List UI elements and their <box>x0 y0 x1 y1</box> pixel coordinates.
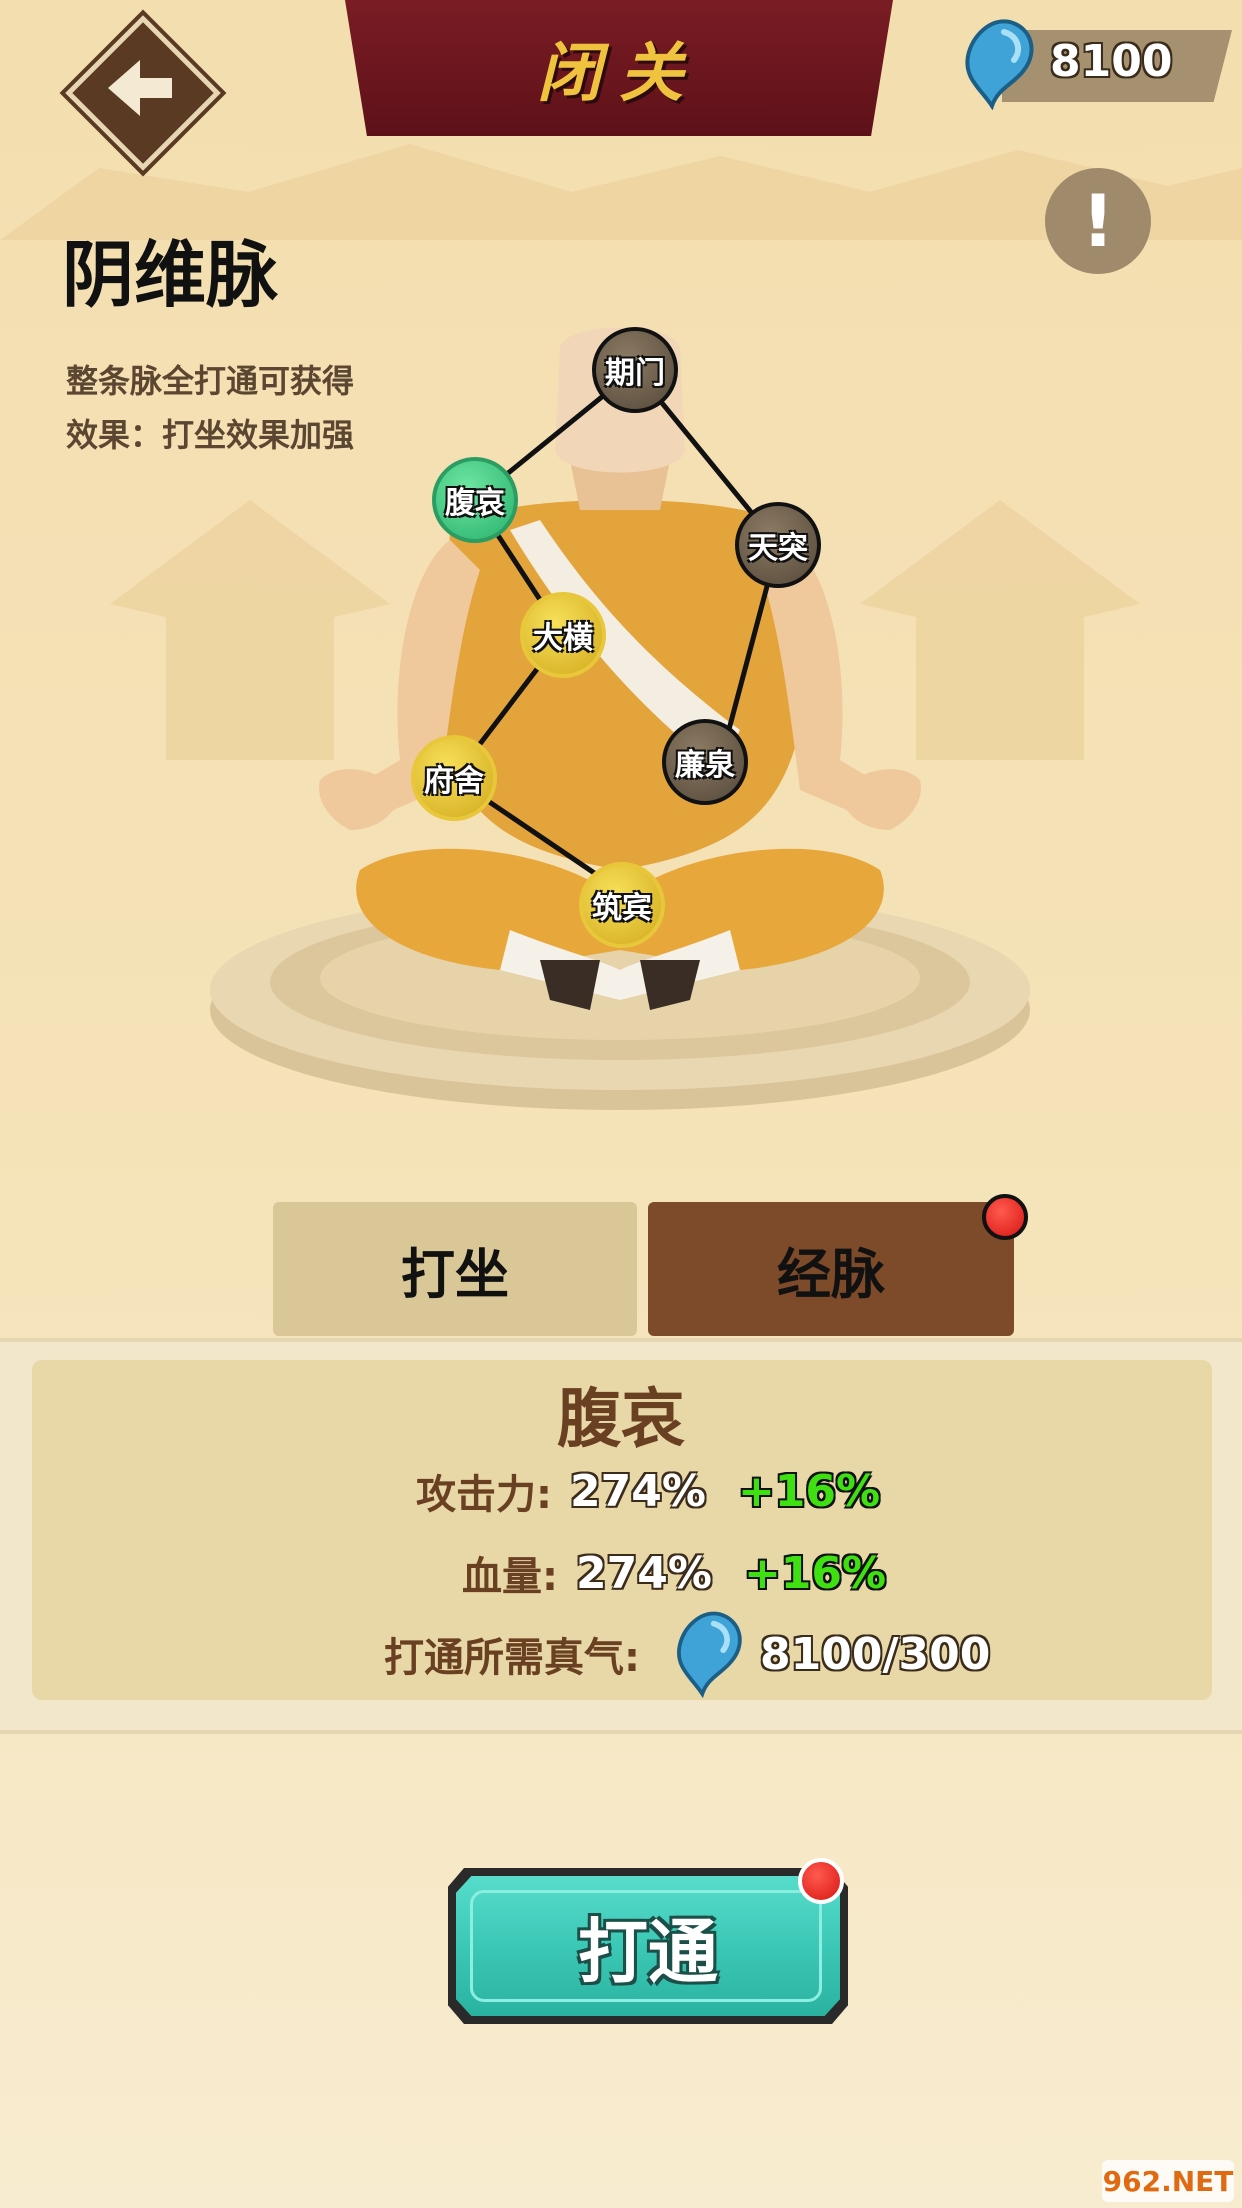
currency-value: 8100 <box>1050 36 1173 87</box>
tab-meditate[interactable]: 打坐 <box>273 1202 637 1336</box>
meridian-path <box>450 368 781 888</box>
hp-value: 274% <box>576 1547 712 1599</box>
acupoint-lianquan[interactable]: 廉泉 <box>662 719 748 805</box>
arrow-left-icon <box>108 60 172 116</box>
break-through-label: 打通 <box>578 1910 718 1993</box>
hp-bonus: +16% <box>743 1547 887 1599</box>
exclamation-icon: ! <box>1081 179 1115 263</box>
attack-value: 274% <box>570 1465 706 1517</box>
watermark-logo: 962.NET <box>1102 2160 1234 2202</box>
attack-bonus: +16% <box>737 1465 881 1517</box>
qi-droplet-icon <box>677 1611 742 1698</box>
meridian-name: 阴维脉 <box>62 233 279 317</box>
acupoint-fuai[interactable]: 腹哀 <box>432 457 518 543</box>
cost-value: 8100/300 <box>760 1628 991 1680</box>
cost-label: 打通所需真气: <box>384 1635 640 1681</box>
page-title: 闭关 <box>537 36 701 111</box>
attack-label: 攻击力: <box>416 1472 552 1518</box>
notification-dot <box>982 1194 1028 1240</box>
notification-dot <box>798 1858 844 1904</box>
acupoint-fushe[interactable]: 府舍 <box>411 735 497 821</box>
acupoint-qimen[interactable]: 期门 <box>592 327 678 413</box>
acupoint-title: 腹哀 <box>557 1383 685 1457</box>
meditation-figure-area: 期门 腹哀 天突 大横 廉泉 府舍 筑宾 <box>180 310 1060 1140</box>
break-through-button[interactable]: 打通 <box>448 1868 848 2024</box>
hp-label: 血量: <box>462 1554 558 1600</box>
cost-row: 打通所需真气: 8100/300 <box>384 1610 990 1698</box>
attack-row: 攻击力: 274% +16% <box>416 1462 880 1520</box>
info-button[interactable]: ! <box>1045 168 1151 274</box>
acupoint-zhubin[interactable]: 筑宾 <box>579 862 665 948</box>
hp-row: 血量: 274% +16% <box>462 1544 886 1602</box>
back-button[interactable] <box>65 15 221 171</box>
acupoint-tiantu[interactable]: 天突 <box>735 502 821 588</box>
title-banner: 闭关 <box>345 0 893 136</box>
acupoint-daheng[interactable]: 大横 <box>520 592 606 678</box>
qi-droplet-icon <box>965 19 1034 110</box>
tab-meridian[interactable]: 经脉 <box>648 1202 1014 1336</box>
